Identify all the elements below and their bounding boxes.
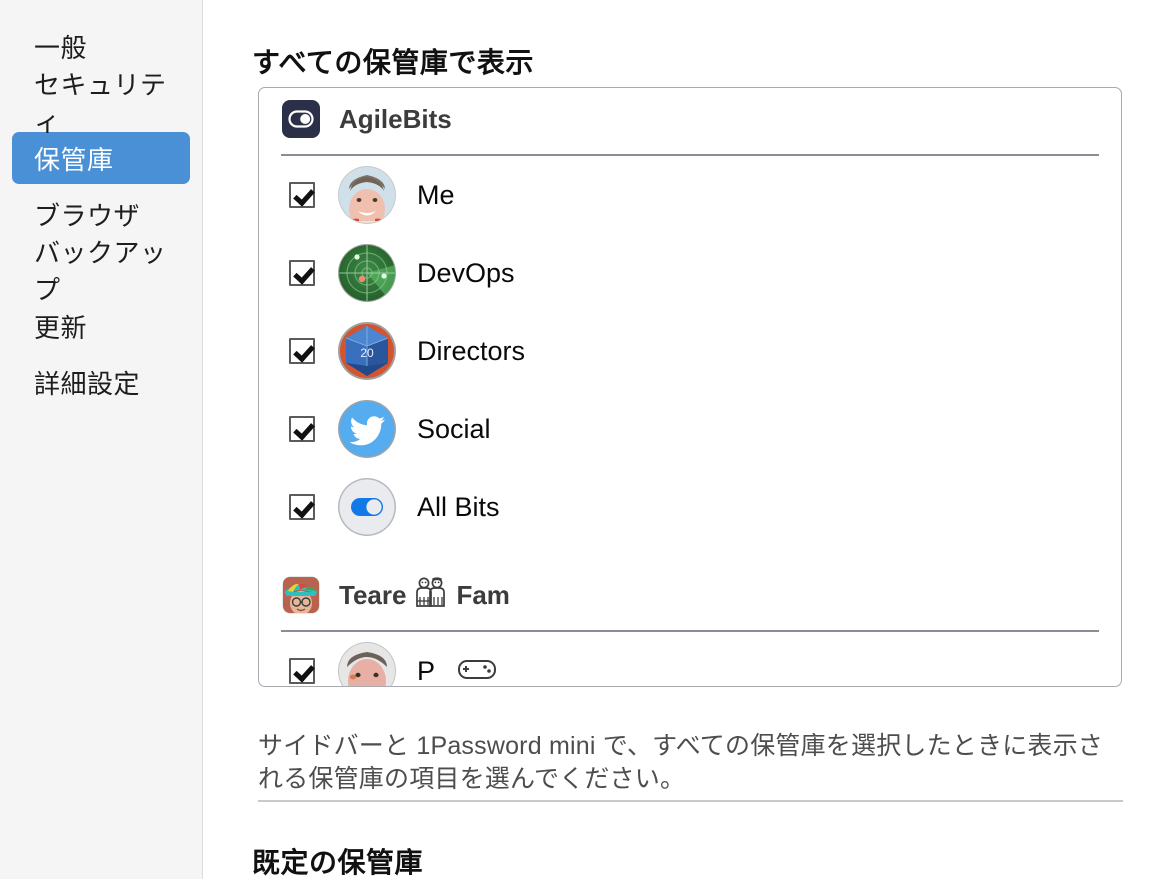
account-name-label: AgileBits [339,103,452,134]
sidebar-item-label: ブラウザ [34,200,141,231]
vault-name-label: Me [417,179,455,210]
vault-name-label: DevOps [417,257,515,288]
toggle-switch-icon [337,477,397,537]
vault-checkbox-me[interactable] [289,182,315,208]
section-divider [258,800,1123,802]
sidebar-item-label: セキュリティ [34,70,167,137]
sidebar: 一般 セキュリティ 保管庫 ブラウザ バックアップ 更新 詳細設定 [0,0,203,879]
avatar-photo-child-icon [281,575,321,615]
help-text: サイドバーと 1Password mini で、すべての保管庫を選択したときに表… [258,732,1103,793]
svg-text:20: 20 [360,346,374,360]
preferences-window: 一般 セキュリティ 保管庫 ブラウザ バックアップ 更新 詳細設定 すべての保管… [0,0,1156,879]
sidebar-item-advanced[interactable]: 詳細設定 [12,356,190,408]
vault-row-devops[interactable]: DevOps [259,234,1121,312]
vault-name-label: All Bits [417,491,500,522]
vault-row-all-bits[interactable]: All Bits [259,468,1121,546]
vault-list-container[interactable]: AgileBits Me DevOps 20 Directors Social … [258,87,1122,687]
page-title: すべての保管庫で表示 [252,46,534,78]
vault-checkbox-clipped[interactable] [289,658,315,684]
main-content: すべての保管庫で表示 AgileBits Me DevOps 20 Direct… [203,0,1156,879]
vault-name-label: P [417,655,436,686]
vault-checkbox-social[interactable] [289,416,315,442]
twitter-bird-icon [337,399,397,459]
sidebar-item-label: 一般 [34,32,88,63]
account-name-label: Teare Fam [339,576,510,614]
sidebar-item-updates[interactable]: 更新 [12,300,190,352]
vault-row-social[interactable]: Social [259,390,1121,468]
sidebar-item-security[interactable]: セキュリティ [12,70,190,137]
video-game-controller-icon [457,656,497,687]
sidebar-item-label: 保管庫 [34,144,114,175]
vault-scroll-area[interactable]: AgileBits Me DevOps 20 Directors Social … [259,88,1121,687]
vault-row-directors[interactable]: 20 Directors [259,312,1121,390]
account-header-agilebits: AgileBits [259,88,1121,150]
sidebar-item-label: 更新 [34,312,88,343]
sidebar-item-vaults[interactable]: 保管庫 [12,132,190,184]
agilebits-logo-icon [281,99,321,139]
vault-name-label: Directors [417,335,526,366]
avatar-photo-man-2-icon [337,641,397,686]
sidebar-item-backup[interactable]: バックアップ [12,238,190,305]
account-header-teare-fam: Teare Fam [259,564,1121,626]
vault-row-clipped[interactable]: P [259,632,1121,687]
d20-dice-icon: 20 [337,321,397,381]
account-name-prefix: Teare [339,579,407,610]
sidebar-item-label: バックアップ [34,238,167,305]
vault-row-me[interactable]: Me [259,156,1121,234]
family-emoji-icon [414,576,448,614]
sidebar-item-label: 詳細設定 [34,368,141,399]
vault-checkbox-all-bits[interactable] [289,494,315,520]
vault-checkbox-devops[interactable] [289,260,315,286]
account-name-suffix: Fam [456,579,510,610]
page-title-default-vault: 既定の保管庫 [252,846,424,878]
avatar-photo-man-icon [337,165,397,225]
radar-icon [337,243,397,303]
vault-name-label: Social [417,413,491,444]
vault-checkbox-directors[interactable] [289,338,315,364]
